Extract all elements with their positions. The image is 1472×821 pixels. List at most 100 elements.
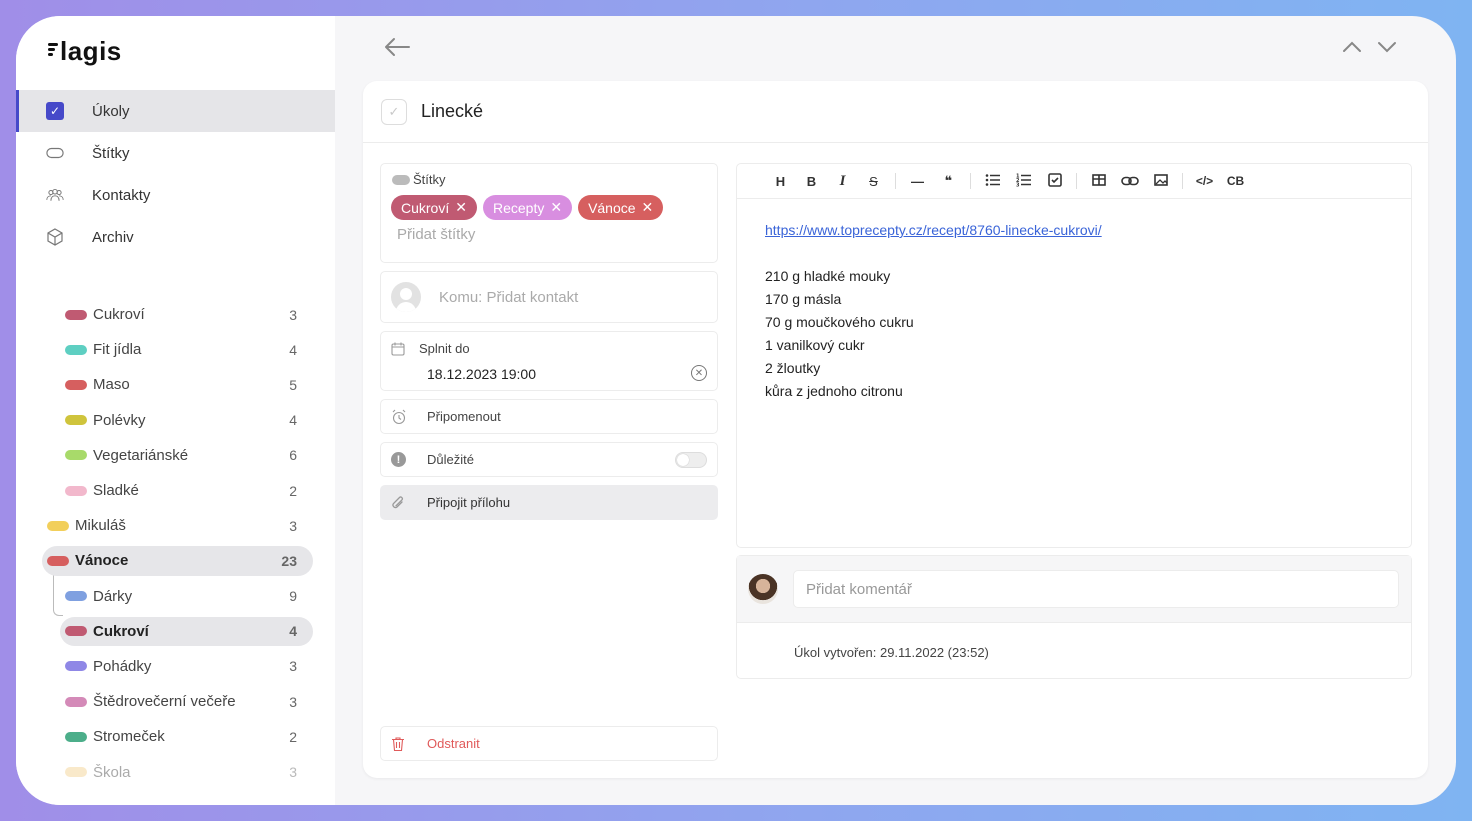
label-count: 4 bbox=[289, 341, 297, 358]
remind-field[interactable]: Připomenout bbox=[380, 399, 718, 434]
recipe-link[interactable]: https://www.toprecepty.cz/recept/8760-li… bbox=[765, 222, 1102, 238]
nav-item-stitky[interactable]: Štítky bbox=[16, 132, 335, 174]
label-name: Škola bbox=[93, 763, 131, 781]
attach-button[interactable]: Připojit přílohu bbox=[380, 485, 718, 520]
due-value: 18.12.2023 19:00 bbox=[427, 366, 536, 382]
label-name: Cukroví bbox=[93, 306, 145, 324]
label-item[interactable]: Cukroví 4 bbox=[16, 614, 335, 649]
label-color-pill bbox=[65, 626, 87, 637]
nav-label: Kontakty bbox=[92, 186, 151, 204]
nav-item-ukoly[interactable]: ✓ Úkoly bbox=[16, 90, 335, 132]
back-arrow-icon[interactable] bbox=[383, 34, 411, 67]
contact-placeholder: Komu: Přidat kontakt bbox=[439, 288, 579, 306]
close-icon[interactable]: ✕ bbox=[550, 199, 562, 216]
label-color-pill bbox=[65, 731, 87, 742]
nav-item-kontakty[interactable]: Kontakty bbox=[16, 174, 335, 216]
table-icon[interactable] bbox=[1083, 173, 1114, 189]
numbered-list-icon[interactable]: 123 bbox=[1008, 173, 1039, 190]
logo-mark-icon bbox=[48, 41, 58, 58]
label-count: 3 bbox=[289, 764, 297, 781]
label-item[interactable]: Stromeček 2 bbox=[16, 719, 335, 754]
tag-chip[interactable]: Cukroví ✕ bbox=[391, 195, 477, 220]
note-line: 170 g másla bbox=[765, 291, 842, 307]
label-item[interactable]: Maso 5 bbox=[16, 367, 335, 402]
label-item[interactable]: Polévky 4 bbox=[16, 403, 335, 438]
label-color-pill bbox=[47, 520, 69, 531]
bullet-list-icon[interactable] bbox=[977, 173, 1008, 190]
label-color-pill bbox=[65, 450, 87, 461]
label-name: Cukroví bbox=[93, 622, 149, 640]
checklist-icon[interactable] bbox=[1039, 172, 1070, 190]
task-complete-checkbox[interactable]: ✓ bbox=[381, 98, 407, 125]
label-count: 4 bbox=[289, 623, 297, 640]
note-lines: 210 g hladké mouky 170 g másla 70 g moučko… bbox=[765, 265, 1383, 403]
label-item[interactable]: Cukroví 3 bbox=[16, 297, 335, 332]
strikethrough-button[interactable]: S bbox=[858, 174, 889, 189]
close-icon[interactable]: ✕ bbox=[455, 199, 467, 216]
label-item[interactable]: Pohádky 3 bbox=[16, 649, 335, 684]
nav-label: Štítky bbox=[92, 144, 130, 162]
delete-label: Odstranit bbox=[427, 736, 480, 751]
app-window: lagis ✓ Úkoly Štítky Kontakty Archiv Cuk… bbox=[16, 16, 1456, 805]
chevron-down-icon[interactable] bbox=[1376, 34, 1398, 65]
label-item[interactable]: Škola 3 bbox=[16, 754, 335, 789]
trash-icon bbox=[391, 736, 407, 752]
label-item[interactable]: Vegetariánské 6 bbox=[16, 438, 335, 473]
horizontal-rule-button[interactable]: — bbox=[902, 174, 933, 189]
label-count: 6 bbox=[289, 447, 297, 464]
nav-item-archiv[interactable]: Archiv bbox=[16, 216, 335, 258]
tag-name: Recepty bbox=[492, 199, 545, 216]
heading-button[interactable]: H bbox=[765, 174, 796, 189]
important-toggle[interactable] bbox=[675, 452, 707, 468]
task-header: ✓ Linecké bbox=[363, 81, 1428, 143]
tag-chip[interactable]: Recepty ✕ bbox=[482, 195, 573, 220]
important-field: ! Důležité bbox=[380, 442, 718, 477]
due-label: Splnit do bbox=[419, 341, 470, 356]
tag-chip[interactable]: Vánoce ✕ bbox=[578, 195, 664, 220]
task-properties: Štítky Cukroví ✕ Recepty ✕ Vánoce ✕ Přidat št… bbox=[380, 163, 718, 528]
important-label: Důležité bbox=[427, 452, 474, 467]
contacts-icon bbox=[46, 186, 64, 204]
task-title[interactable]: Linecké bbox=[421, 101, 483, 122]
code-button[interactable]: </> bbox=[1189, 174, 1220, 188]
chevron-up-icon[interactable] bbox=[1341, 34, 1363, 65]
tags-label: Štítky bbox=[413, 172, 446, 187]
alarm-clock-icon bbox=[391, 409, 411, 425]
label-color-pill bbox=[65, 767, 87, 778]
contact-field[interactable]: Komu: Přidat kontakt bbox=[380, 271, 718, 323]
close-icon[interactable]: ✕ bbox=[642, 199, 654, 216]
code-block-button[interactable]: CB bbox=[1220, 174, 1251, 188]
quote-button[interactable]: ❝ bbox=[933, 173, 964, 189]
label-item[interactable]: Mikuláš 3 bbox=[16, 508, 335, 543]
main-area: ✓ Linecké Štítky Cukroví ✕ Recepty ✕ Vánoce ✕… bbox=[335, 16, 1456, 805]
delete-button[interactable]: Odstranit bbox=[380, 726, 718, 761]
label-color-pill bbox=[65, 344, 87, 355]
label-color-pill bbox=[65, 591, 87, 602]
label-color-pill bbox=[65, 379, 87, 390]
tag-name: Vánoce bbox=[588, 199, 636, 216]
label-item[interactable]: Sladké 2 bbox=[16, 473, 335, 508]
italic-button[interactable]: I bbox=[827, 173, 858, 190]
task-detail-card: ✓ Linecké Štítky Cukroví ✕ Recepty ✕ Vánoce ✕… bbox=[363, 81, 1428, 778]
editor-content[interactable]: https://www.toprecepty.cz/recept/8760-li… bbox=[737, 199, 1411, 423]
label-name: Fit jídla bbox=[93, 341, 142, 359]
label-item[interactable]: Vánoce 23 bbox=[16, 543, 335, 578]
label-color-pill bbox=[47, 555, 69, 566]
due-date-field[interactable]: Splnit do 18.12.2023 19:00 ✕ bbox=[380, 331, 718, 391]
comment-input[interactable]: Přidat komentář bbox=[793, 570, 1399, 608]
label-name: Vánoce bbox=[75, 552, 129, 570]
link-icon[interactable] bbox=[1114, 174, 1145, 189]
label-item[interactable]: Dárky 9 bbox=[16, 579, 335, 614]
label-item[interactable]: Štědrovečerní večeře 3 bbox=[16, 684, 335, 719]
add-tags-input[interactable]: Přidat štítky bbox=[397, 226, 707, 243]
label-list: Cukroví 3 Fit jídla 4 Maso 5 Polévky 4 Vegetariá… bbox=[16, 297, 335, 790]
tag-list: Cukroví ✕ Recepty ✕ Vánoce ✕ bbox=[391, 195, 707, 220]
bold-button[interactable]: B bbox=[796, 174, 827, 189]
logo: lagis bbox=[48, 36, 122, 67]
logo-text: lagis bbox=[60, 36, 122, 66]
image-icon[interactable] bbox=[1145, 173, 1176, 189]
clear-icon[interactable]: ✕ bbox=[691, 365, 707, 381]
label-item[interactable]: Fit jídla 4 bbox=[16, 332, 335, 367]
label-count: 3 bbox=[289, 693, 297, 710]
label-name: Polévky bbox=[93, 411, 146, 429]
